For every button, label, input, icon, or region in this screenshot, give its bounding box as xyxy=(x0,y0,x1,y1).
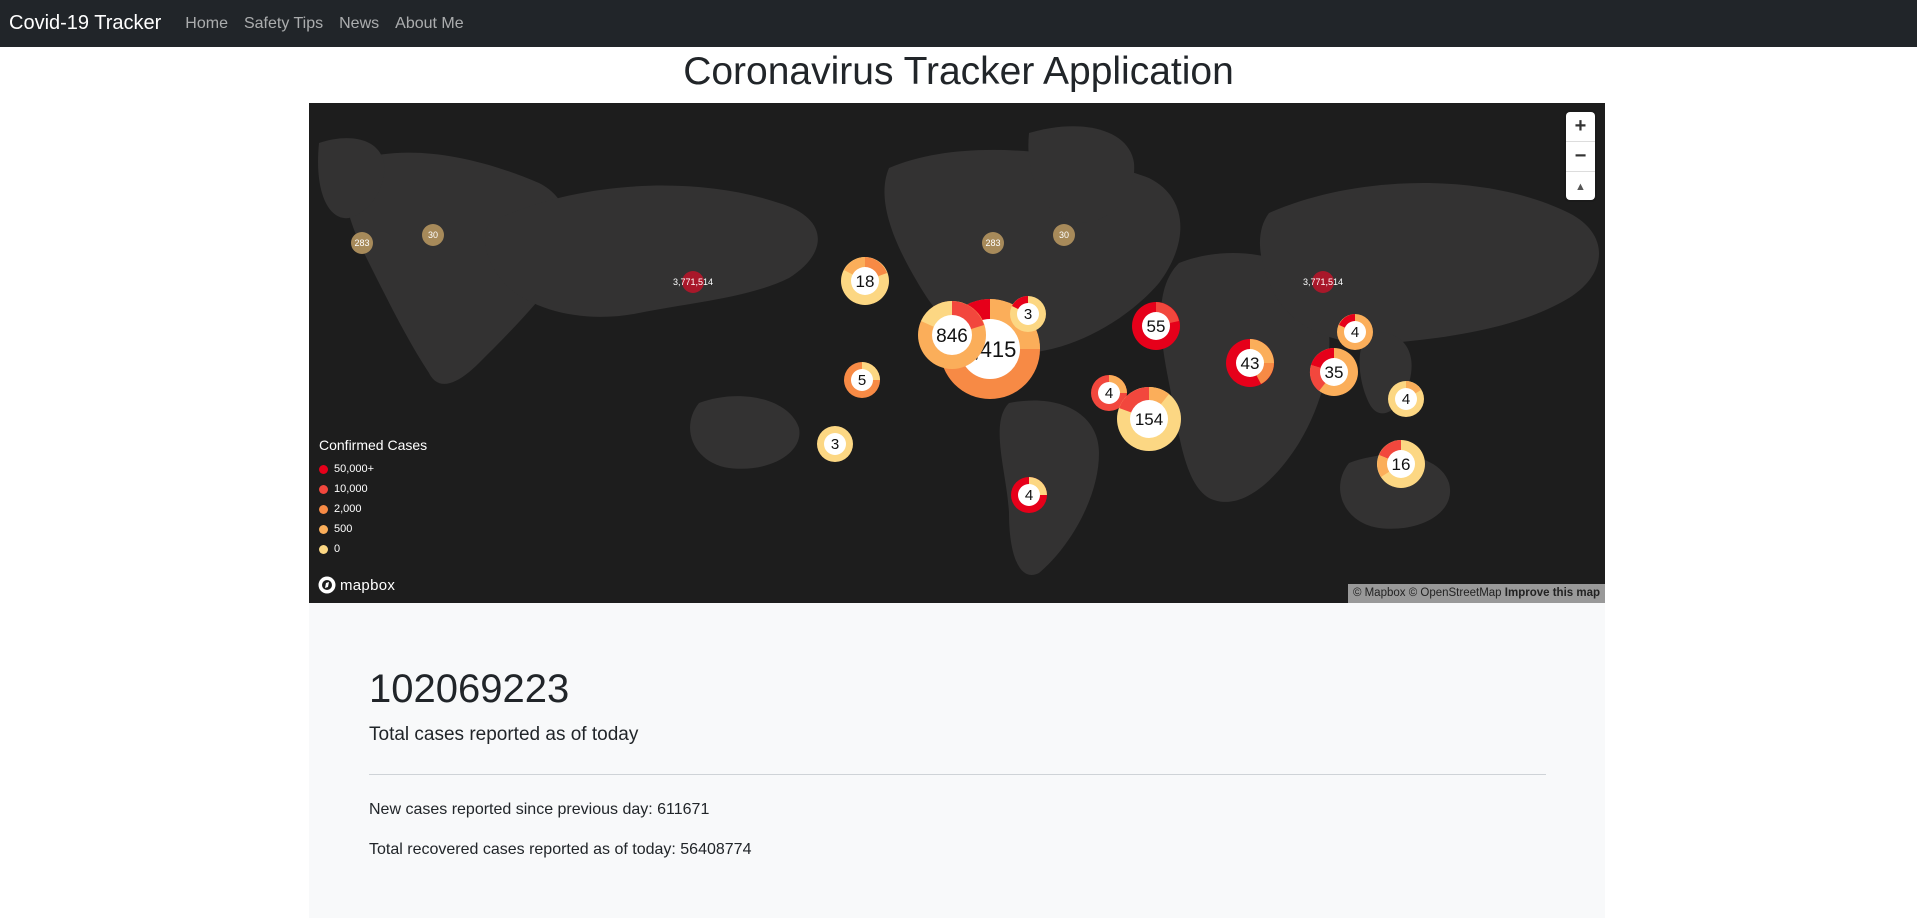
cluster-marker-55-label: 55 xyxy=(1147,317,1166,336)
cluster-marker-154-label: 154 xyxy=(1135,410,1163,429)
mapbox-logo-icon xyxy=(318,576,336,594)
nav-link-safety-tips[interactable]: Safety Tips xyxy=(244,15,323,33)
attribution-text[interactable]: © Mapbox © OpenStreetMap xyxy=(1353,587,1502,599)
cluster-marker-43-label: 43 xyxy=(1241,354,1260,373)
legend-dot-500 xyxy=(319,524,328,534)
legend-item-label: 50,000+ xyxy=(334,463,375,475)
new-cases-line: New cases reported since previous day: 6… xyxy=(369,801,710,818)
cluster-marker-154[interactable]: 154 xyxy=(1117,387,1181,451)
zoom-out-button[interactable]: − xyxy=(1566,142,1595,172)
legend-item: 500 xyxy=(319,519,427,539)
legend-title: Confirmed Cases xyxy=(319,437,428,453)
legend-item: 0 xyxy=(319,539,427,559)
cluster-marker-3-west-label: 3 xyxy=(831,436,839,453)
nav-link-home[interactable]: Home xyxy=(185,15,228,33)
mapbox-logo[interactable]: mapbox xyxy=(318,576,395,594)
cluster-marker-4-southeast[interactable]: 4 xyxy=(1388,381,1424,417)
world-map[interactable]: 283 30 283 30 3,771,514 3,771,514 18 ,41… xyxy=(309,103,1605,603)
legend-item-label: 0 xyxy=(334,543,341,555)
nav-link-news[interactable]: News xyxy=(339,15,379,33)
map-legend: Confirmed Cases 50,000+ 10,000 2,000 500… xyxy=(319,437,427,559)
nav-link-about-me[interactable]: About Me xyxy=(395,15,463,33)
small-marker-4-label: 30 xyxy=(1059,230,1069,240)
small-marker-3[interactable]: 283 xyxy=(982,232,1004,254)
legend-dot-2000 xyxy=(319,504,328,514)
legend-item-label: 2,000 xyxy=(334,503,362,515)
cluster-marker-18[interactable]: 18 xyxy=(841,257,889,305)
total-cases-number: 102069223 xyxy=(369,667,570,711)
improve-map-link[interactable]: Improve this map xyxy=(1505,587,1600,599)
stats-panel: 102069223 Total cases reported as of tod… xyxy=(309,603,1605,918)
cluster-marker-3-north-label: 3 xyxy=(1024,306,1032,323)
small-marker-2[interactable]: 30 xyxy=(422,224,444,246)
small-marker-5-label: 3,771,514 xyxy=(673,277,713,287)
map-attribution: © Mapbox © OpenStreetMap Improve this ma… xyxy=(1347,584,1605,603)
cluster-marker-35[interactable]: 35 xyxy=(1309,347,1358,396)
page-title: Coronavirus Tracker Application xyxy=(683,50,1234,93)
small-marker-1-label: 283 xyxy=(354,238,369,248)
cluster-marker-3-west[interactable]: 3 xyxy=(817,426,853,462)
legend-item-label: 10,000 xyxy=(334,483,368,495)
top-navbar: Covid-19 Tracker Home Safety Tips News A… xyxy=(0,0,1917,47)
cluster-marker-18-label: 18 xyxy=(856,272,875,291)
cluster-marker-16[interactable]: 16 xyxy=(1377,440,1425,488)
cluster-marker-846[interactable]: 846 xyxy=(918,301,986,369)
cluster-marker-16-label: 16 xyxy=(1392,455,1411,474)
cluster-marker-5[interactable]: 5 xyxy=(844,362,880,398)
recovered-cases-line: Total recovered cases reported as of tod… xyxy=(369,841,752,858)
cluster-marker-846-label: 846 xyxy=(936,326,968,347)
zoom-in-button[interactable]: + xyxy=(1566,112,1595,142)
legend-dot-10000 xyxy=(319,484,328,494)
mapbox-logo-text: mapbox xyxy=(340,576,396,594)
stats-divider xyxy=(369,774,1546,775)
legend-dot-0 xyxy=(319,544,328,554)
small-marker-1[interactable]: 283 xyxy=(351,232,373,254)
cluster-marker-4-southeast-label: 4 xyxy=(1402,391,1410,408)
cluster-marker-4-africa-label: 4 xyxy=(1105,385,1113,402)
cluster-marker-4-south-america[interactable]: 4 xyxy=(1011,477,1047,513)
world-map-basemap[interactable]: 283 30 283 30 3,771,514 3,771,514 18 ,41… xyxy=(309,103,1605,603)
cluster-marker-55[interactable]: 55 xyxy=(1132,302,1180,350)
legend-item: 10,000 xyxy=(319,479,427,499)
small-marker-6-label: 3,771,514 xyxy=(1303,277,1343,287)
compass-button[interactable]: ▲ xyxy=(1566,172,1595,201)
cluster-marker-43[interactable]: 43 xyxy=(1226,339,1274,387)
legend-item: 2,000 xyxy=(319,499,427,519)
small-marker-2-label: 30 xyxy=(428,230,438,240)
cluster-marker-4-south-america-label: 4 xyxy=(1025,487,1033,504)
legend-item: 50,000+ xyxy=(319,459,427,479)
legend-dot-50000 xyxy=(319,464,328,474)
total-cases-label: Total cases reported as of today xyxy=(369,724,639,745)
navbar-brand[interactable]: Covid-19 Tracker xyxy=(9,12,161,35)
small-marker-4[interactable]: 30 xyxy=(1053,224,1075,246)
cluster-marker-4-asia[interactable]: 4 xyxy=(1337,314,1373,350)
cluster-marker-35-label: 35 xyxy=(1325,363,1344,382)
small-marker-3-label: 283 xyxy=(985,238,1000,248)
map-zoom-controls: + − ▲ xyxy=(1566,112,1595,200)
cluster-marker-3-north[interactable]: 3 xyxy=(1010,296,1046,332)
legend-item-label: 500 xyxy=(334,523,353,535)
cluster-marker-4-asia-label: 4 xyxy=(1351,324,1359,341)
cluster-marker-5-label: 5 xyxy=(858,372,866,389)
